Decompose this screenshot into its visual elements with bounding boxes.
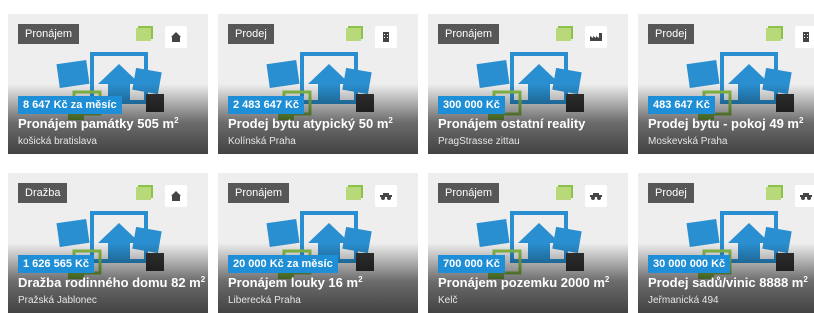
listing-location: Liberecká Praha [228, 295, 301, 306]
image-gallery-icon[interactable] [555, 183, 575, 201]
listing-location: Kolínská Praha [228, 136, 296, 147]
land-icon [375, 185, 397, 207]
listing-title[interactable]: Dražba rodinného domu 82 m2 [18, 275, 205, 290]
listing-card[interactable]: Pronájem 700 000 Kč Pronájem pozemku 200… [428, 173, 628, 313]
listing-location: Pražská Jablonec [18, 295, 97, 306]
listing-card[interactable]: Pronájem 20 000 Kč za měsíc Pronájem lou… [218, 173, 418, 313]
factory-icon [585, 26, 607, 48]
offer-type-badge: Pronájem [228, 183, 290, 203]
price-tag: 483 647 Kč [648, 96, 715, 114]
listing-location: Kelč [438, 295, 458, 306]
listing-card[interactable]: Pronájem 8 647 Kč za měsíc Pronájem pamá… [8, 14, 208, 154]
image-gallery-icon[interactable] [135, 183, 155, 201]
price-tag: 300 000 Kč [438, 96, 505, 114]
house-icon [165, 26, 187, 48]
listing-title[interactable]: Pronájem ostatní reality [438, 116, 585, 131]
offer-type-badge: Prodej [648, 24, 694, 44]
image-gallery-icon[interactable] [555, 24, 575, 42]
listing-location: Jeřmanická 494 [648, 295, 719, 306]
offer-type-badge: Prodej [648, 183, 694, 203]
price-tag: 20 000 Kč za měsíc [228, 255, 338, 273]
land-icon [585, 185, 607, 207]
listing-location: košická bratislava [18, 136, 97, 147]
listing-card[interactable]: Prodej 30 000 000 Kč Prodej sadů/vinic 8… [638, 173, 814, 313]
listing-grid: Pronájem 8 647 Kč za měsíc Pronájem pamá… [0, 0, 814, 313]
image-gallery-icon[interactable] [765, 183, 785, 201]
listing-title[interactable]: Pronájem pozemku 2000 m2 [438, 275, 609, 290]
listing-title[interactable]: Prodej bytu - pokoj 49 m2 [648, 116, 803, 131]
listing-location: PragStrasse zittau [438, 136, 520, 147]
image-gallery-icon[interactable] [345, 24, 365, 42]
listing-card[interactable]: Dražba 1 626 565 Kč Dražba rodinného dom… [8, 173, 208, 313]
offer-type-badge: Pronájem [18, 24, 80, 44]
listing-title[interactable]: Pronájem louky 16 m2 [228, 275, 363, 290]
listing-title[interactable]: Prodej bytu atypický 50 m2 [228, 116, 393, 131]
image-gallery-icon[interactable] [135, 24, 155, 42]
price-tag: 1 626 565 Kč [18, 255, 95, 273]
price-tag: 8 647 Kč za měsíc [18, 96, 122, 114]
offer-type-badge: Dražba [18, 183, 68, 203]
offer-type-badge: Pronájem [438, 183, 500, 203]
house-icon [165, 185, 187, 207]
building-icon [795, 26, 814, 48]
listing-card[interactable]: Prodej 483 647 Kč Prodej bytu - pokoj 49… [638, 14, 814, 154]
image-gallery-icon[interactable] [765, 24, 785, 42]
offer-type-badge: Pronájem [438, 24, 500, 44]
price-tag: 30 000 000 Kč [648, 255, 731, 273]
building-icon [375, 26, 397, 48]
image-gallery-icon[interactable] [345, 183, 365, 201]
offer-type-badge: Prodej [228, 24, 274, 44]
price-tag: 2 483 647 Kč [228, 96, 305, 114]
listing-location: Moskevská Praha [648, 136, 728, 147]
listing-title[interactable]: Prodej sadů/vinic 8888 m2 [648, 275, 808, 290]
price-tag: 700 000 Kč [438, 255, 505, 273]
listing-card[interactable]: Prodej 2 483 647 Kč Prodej bytu atypický… [218, 14, 418, 154]
listing-title[interactable]: Pronájem památky 505 m2 [18, 116, 179, 131]
listing-card[interactable]: Pronájem 300 000 Kč Pronájem ostatní rea… [428, 14, 628, 154]
land-icon [795, 185, 814, 207]
